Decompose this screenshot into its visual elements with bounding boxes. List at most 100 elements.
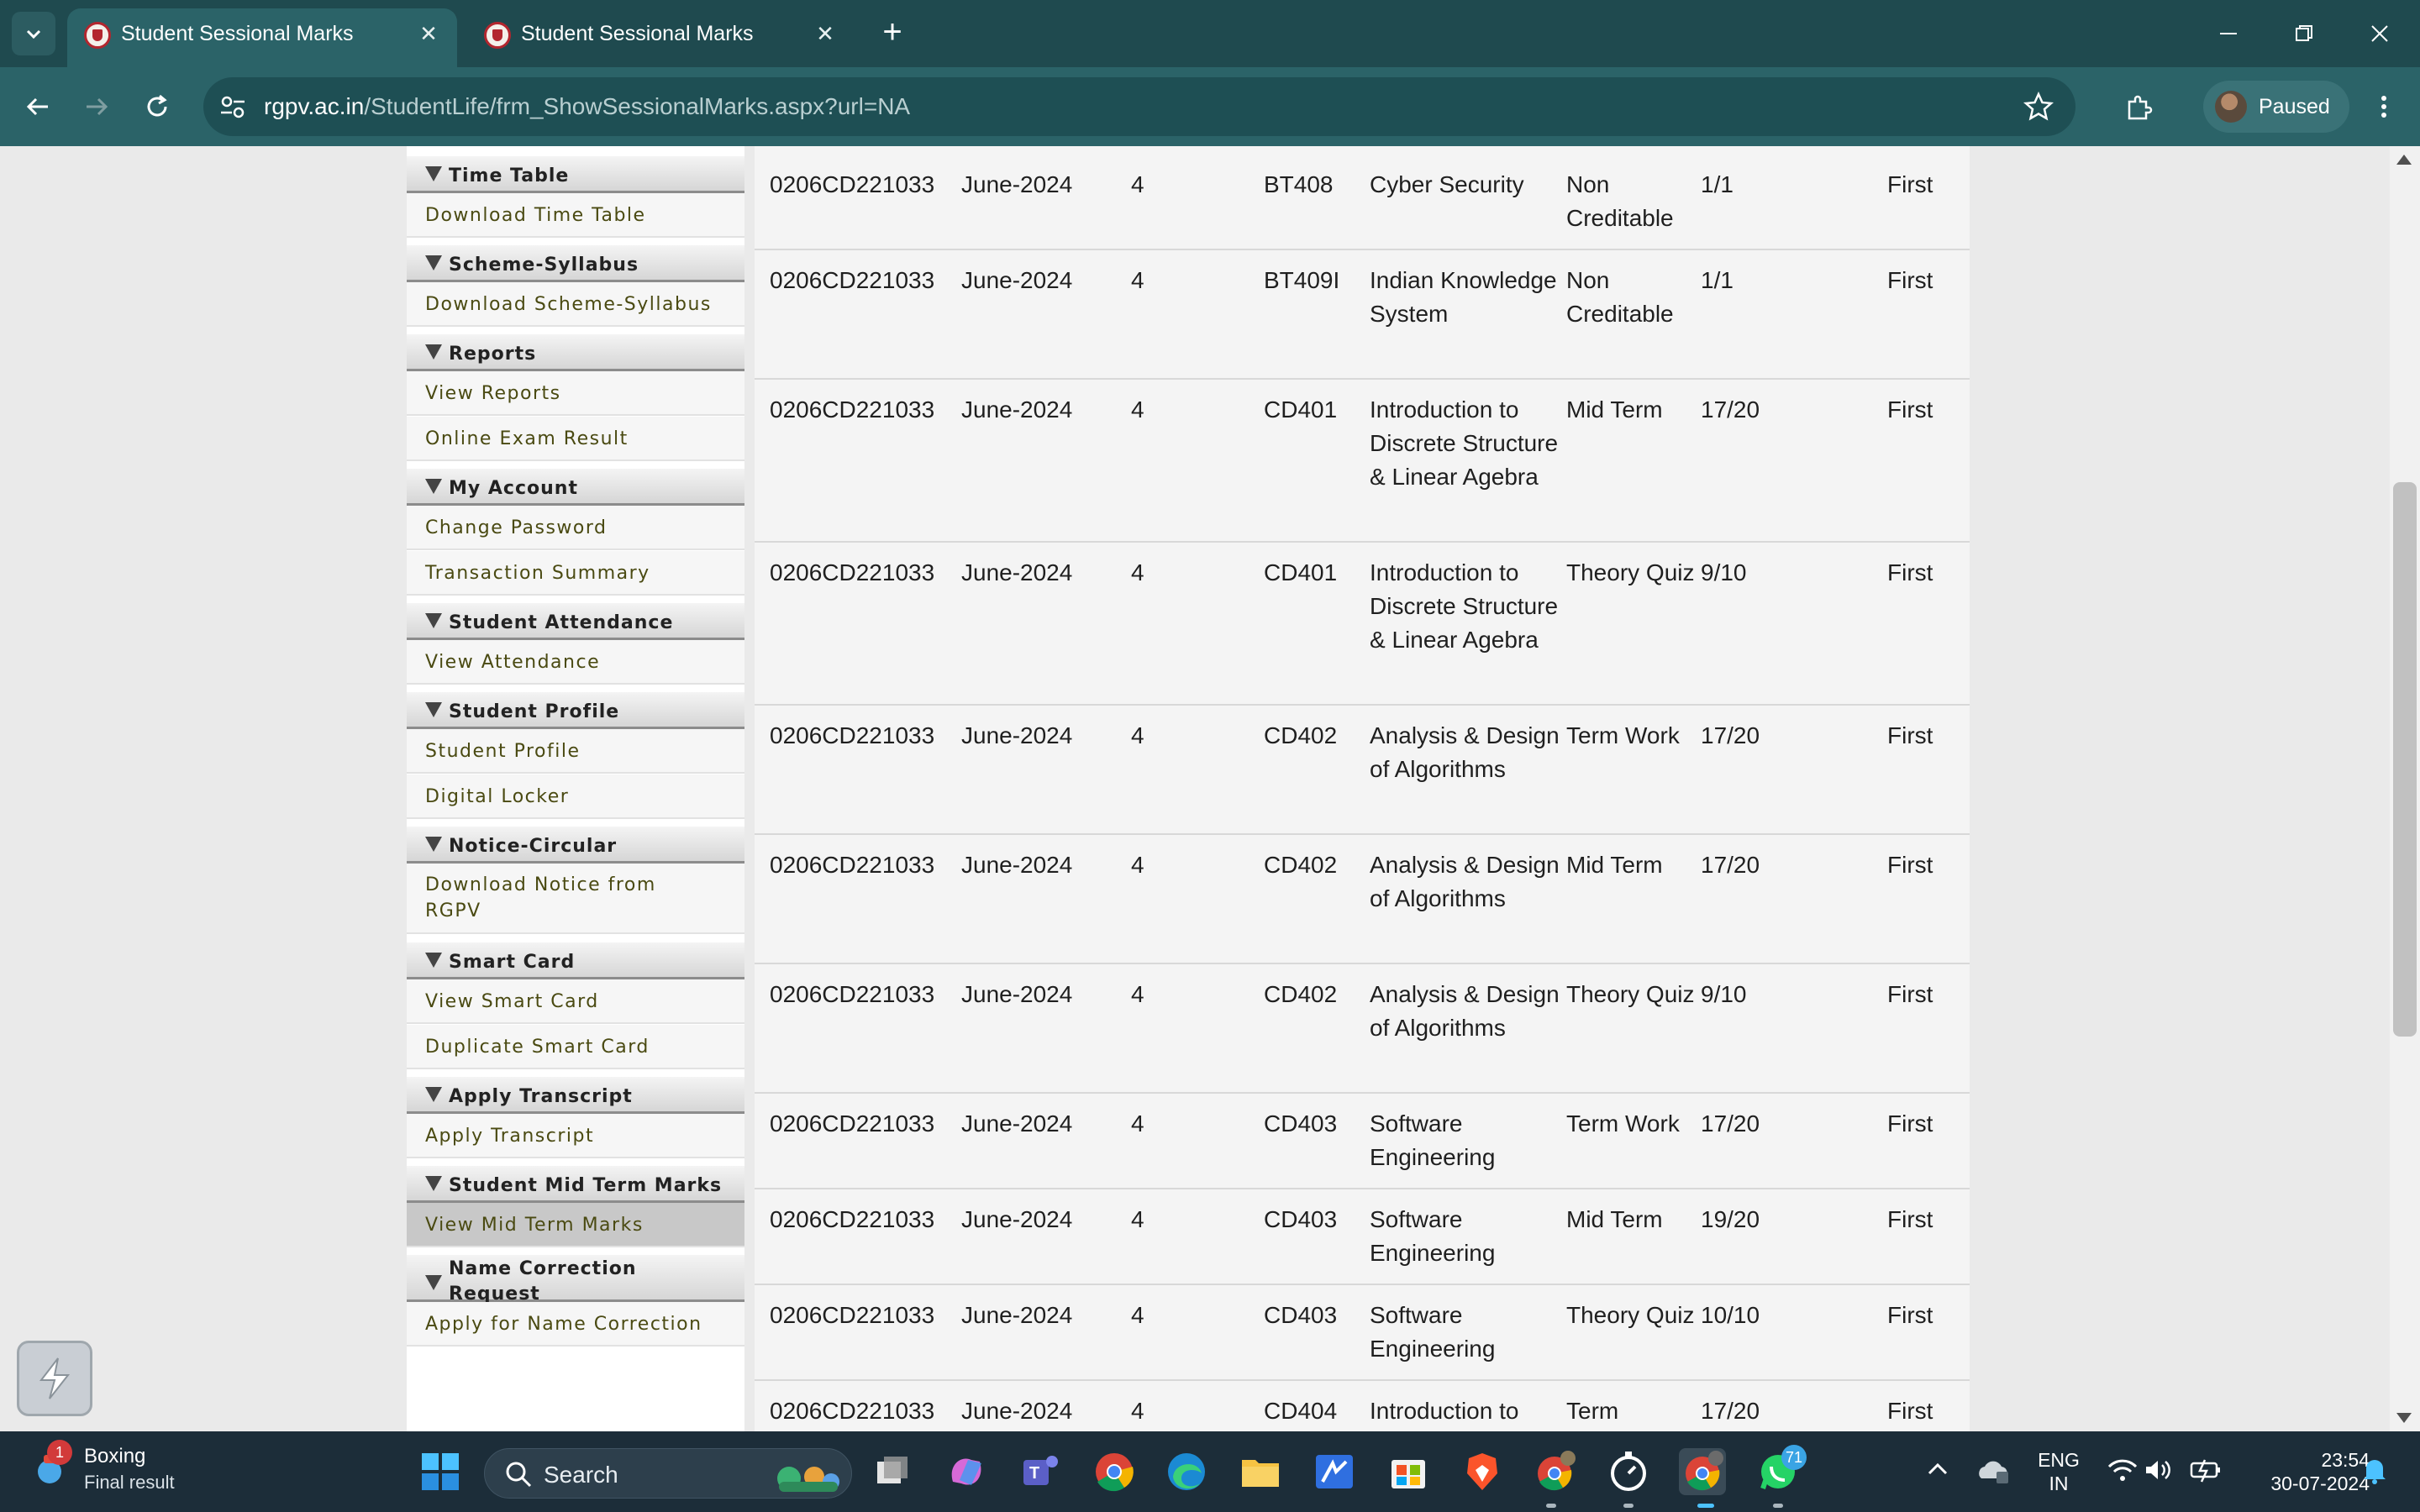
bell-icon — [2364, 1460, 2386, 1484]
sidebar-item-online-exam-result[interactable]: Online Exam Result — [407, 417, 744, 461]
onedrive-button[interactable] — [1975, 1453, 2012, 1490]
minimize-icon — [2220, 33, 2237, 34]
profile-button[interactable]: Paused — [2203, 81, 2349, 133]
windows-taskbar: 1 Boxing Final result Search T 71 ENG IN … — [0, 1431, 2420, 1512]
marks-cell: 19/20 — [1701, 1206, 1760, 1232]
scroll-up-arrow-icon[interactable] — [2396, 155, 2412, 165]
sidebar-item-apply-name-correction[interactable]: Apply for Name Correction — [407, 1302, 744, 1347]
notifications-button[interactable] — [2358, 1453, 2395, 1490]
sidebar-section-reports[interactable]: Reports — [407, 334, 744, 371]
arrow-right-icon — [87, 97, 108, 116]
expand-triangle-icon — [425, 1176, 442, 1191]
sidebar-section-notice-circular[interactable]: Notice-Circular — [407, 827, 744, 864]
taskbar-app-chrome[interactable] — [1091, 1448, 1138, 1495]
site-settings-icon[interactable] — [218, 92, 247, 121]
taskbar-app-file-explorer[interactable] — [1237, 1448, 1284, 1495]
bookmark-star-icon[interactable] — [2023, 92, 2054, 122]
scroll-down-arrow-icon[interactable] — [2396, 1413, 2412, 1423]
show-hidden-icons-button[interactable] — [1921, 1452, 1954, 1485]
sidebar-item-digital-locker[interactable]: Digital Locker — [407, 774, 744, 819]
sidebar-section-apply-transcript[interactable]: Apply Transcript — [407, 1077, 744, 1114]
sidebar-section-student-attendance[interactable]: Student Attendance — [407, 603, 744, 640]
sidebar-item-student-profile[interactable]: Student Profile — [407, 729, 744, 774]
wifi-icon — [2107, 1459, 2138, 1481]
subject-code-cell: CD401 — [1264, 559, 1338, 585]
table-row: 0206CD221033 June-2024 4 CD403 Software … — [755, 1094, 1970, 1189]
sidebar-section-mid-term-marks[interactable]: Student Mid Term Marks — [407, 1166, 744, 1203]
address-bar[interactable]: rgpv.ac.in/StudentLife/frm_ShowSessional… — [203, 77, 2075, 136]
browser-tab[interactable]: Student Sessional Marks ✕ — [467, 8, 854, 67]
sidebar-item-duplicate-smart-card[interactable]: Duplicate Smart Card — [407, 1025, 744, 1069]
sidebar-item-apply-transcript[interactable]: Apply Transcript — [407, 1114, 744, 1158]
tab-title: Student Sessional Marks — [521, 22, 754, 45]
restore-button[interactable] — [2270, 12, 2338, 55]
wifi-status[interactable] — [2106, 1453, 2139, 1490]
table-row: 0206CD221033 June-2024 4 CD401 Introduct… — [755, 380, 1970, 543]
taskbar-app-chrome-active[interactable] — [1679, 1448, 1726, 1495]
taskbar-app-timer[interactable] — [1605, 1448, 1652, 1495]
close-window-button[interactable] — [2346, 12, 2413, 55]
tab-search-button[interactable] — [12, 12, 55, 55]
taskbar-app-teams[interactable]: T — [1017, 1448, 1064, 1495]
exam-type-cell: Mid Term — [1566, 852, 1663, 878]
taskbar-app-copilot[interactable] — [943, 1448, 990, 1495]
sidebar-item-transaction-summary[interactable]: Transaction Summary — [407, 551, 744, 596]
semester-cell: 4 — [1131, 981, 1144, 1007]
restore-icon — [2296, 25, 2312, 41]
sidebar-item-view-reports[interactable]: View Reports — [407, 371, 744, 416]
sidebar-section-time-table[interactable]: Time Table — [407, 156, 744, 193]
language-indicator[interactable]: ENG IN — [2025, 1448, 2092, 1495]
roll-number-cell: 0206CD221033 — [770, 852, 935, 878]
back-button[interactable] — [17, 86, 59, 128]
minimize-button[interactable] — [2195, 12, 2262, 55]
taskbar-app-edge[interactable] — [1163, 1448, 1210, 1495]
session-cell: June-2024 — [961, 1206, 1073, 1232]
sidebar-section-title: Reports — [449, 344, 537, 365]
forward-button[interactable] — [76, 86, 118, 128]
roll-number-cell: 0206CD221033 — [770, 267, 935, 293]
sidebar-item-view-mid-term-marks[interactable]: View Mid Term Marks — [407, 1203, 744, 1247]
sidebar-section-my-account[interactable]: My Account — [407, 469, 744, 506]
sidebar-item-view-smart-card[interactable]: View Smart Card — [407, 979, 744, 1024]
taskbar-app-store[interactable] — [1385, 1448, 1432, 1495]
folder-icon — [1242, 1460, 1279, 1487]
extensions-button[interactable] — [2118, 86, 2160, 128]
sidebar-section-student-profile[interactable]: Student Profile — [407, 692, 744, 729]
taskbar-app-brave[interactable] — [1459, 1448, 1506, 1495]
sidebar-item-download-time-table[interactable]: Download Time Table — [407, 193, 744, 238]
clock[interactable]: 23:54 30-07-2024 — [2244, 1448, 2370, 1495]
browser-menu-button[interactable] — [2363, 86, 2405, 128]
sidebar-section-smart-card[interactable]: Smart Card — [407, 942, 744, 979]
news-widget-subtitle[interactable]: Final result — [84, 1472, 175, 1494]
tab-close-icon[interactable]: ✕ — [812, 20, 839, 47]
taskbar-app-math[interactable] — [1311, 1448, 1358, 1495]
tab-close-icon[interactable]: ✕ — [415, 20, 442, 47]
expand-triangle-icon — [425, 837, 442, 852]
floating-widget-button[interactable] — [17, 1341, 92, 1416]
marks-cell: 17/20 — [1701, 852, 1760, 878]
news-widget-title[interactable]: Boxing — [84, 1445, 145, 1468]
scrollbar-thumb[interactable] — [2393, 482, 2417, 1037]
sidebar-section-name-correction[interactable]: Name Correction Request — [407, 1255, 744, 1305]
exam-type-cell: Mid Term — [1566, 396, 1663, 423]
chevron-up-icon — [1928, 1462, 1948, 1475]
battery-status[interactable] — [2188, 1453, 2225, 1490]
taskbar-app-task-view[interactable] — [869, 1448, 916, 1495]
start-button[interactable] — [417, 1448, 464, 1495]
sidebar-item-change-password[interactable]: Change Password — [407, 506, 744, 550]
subject-code-cell: CD402 — [1264, 852, 1338, 878]
browser-tab-active[interactable]: Student Sessional Marks ✕ — [67, 8, 457, 67]
taskbar-app-chrome-profile[interactable] — [1531, 1448, 1578, 1495]
taskbar-search[interactable]: Search — [484, 1448, 852, 1499]
exam-type-cell: Term Work — [1566, 1110, 1680, 1137]
sidebar-item-view-attendance[interactable]: View Attendance — [407, 640, 744, 685]
reload-button[interactable] — [136, 86, 178, 128]
sidebar-item-download-notice[interactable]: Download Notice from RGPV — [407, 864, 744, 934]
volume-status[interactable] — [2141, 1453, 2175, 1490]
sidebar-item-label: Download Notice from RGPV — [425, 874, 656, 921]
new-tab-button[interactable]: + — [874, 15, 911, 52]
expand-triangle-icon — [425, 1087, 442, 1102]
browser-tab-strip: Student Sessional Marks ✕ Student Sessio… — [0, 0, 2420, 67]
sidebar-item-download-scheme-syllabus[interactable]: Download Scheme-Syllabus — [407, 282, 744, 327]
sidebar-section-scheme-syllabus[interactable]: Scheme-Syllabus — [407, 245, 744, 282]
